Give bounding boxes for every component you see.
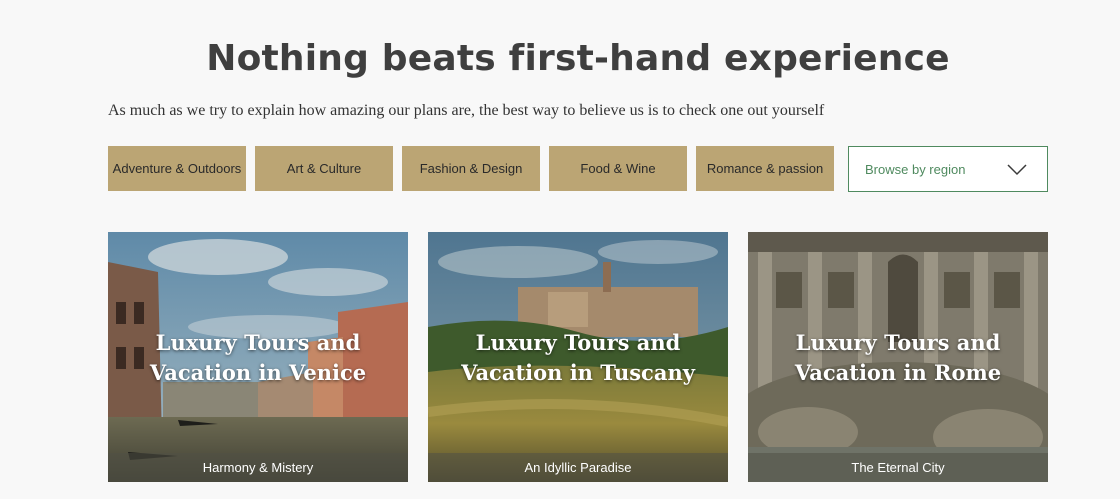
tour-title-line2: Vacation in Tuscany [461,360,695,385]
tour-card-title: Luxury Tours and Vacation in Tuscany [428,328,728,388]
tour-card-caption: Harmony & Mistery [108,453,408,482]
chevron-down-icon [1007,162,1027,181]
tour-card-title: Luxury Tours and Vacation in Venice [108,328,408,388]
filter-adventure-outdoors[interactable]: Adventure & Outdoors [108,146,246,191]
page: Nothing beats first-hand experience As m… [0,0,1120,499]
tour-card-title: Luxury Tours and Vacation in Rome [748,328,1048,388]
tour-title-line2: Vacation in Venice [149,360,367,385]
browse-by-region-select[interactable]: Browse by region [848,146,1048,192]
filter-art-culture[interactable]: Art & Culture [255,146,393,191]
region-select-label: Browse by region [865,161,966,177]
tour-card-rome[interactable]: Luxury Tours and Vacation in Rome The Et… [748,232,1048,482]
tour-title-line1: Luxury Tours and [155,330,361,355]
filter-food-wine[interactable]: Food & Wine [549,146,687,191]
page-title: Nothing beats first-hand experience [206,38,950,79]
tour-card-tuscany[interactable]: Luxury Tours and Vacation in Tuscany An … [428,232,728,482]
page-subtitle: As much as we try to explain how amazing… [108,102,825,119]
filter-fashion-design[interactable]: Fashion & Design [402,146,540,191]
tour-title-line1: Luxury Tours and [795,330,1001,355]
tour-title-line2: Vacation in Rome [794,360,1002,385]
tour-card-venice[interactable]: Luxury Tours and Vacation in Venice Harm… [108,232,408,482]
filter-romance-passion[interactable]: Romance & passion [696,146,834,191]
tour-title-line1: Luxury Tours and [475,330,681,355]
tour-card-caption: The Eternal City [748,453,1048,482]
tour-card-caption: An Idyllic Paradise [428,453,728,482]
